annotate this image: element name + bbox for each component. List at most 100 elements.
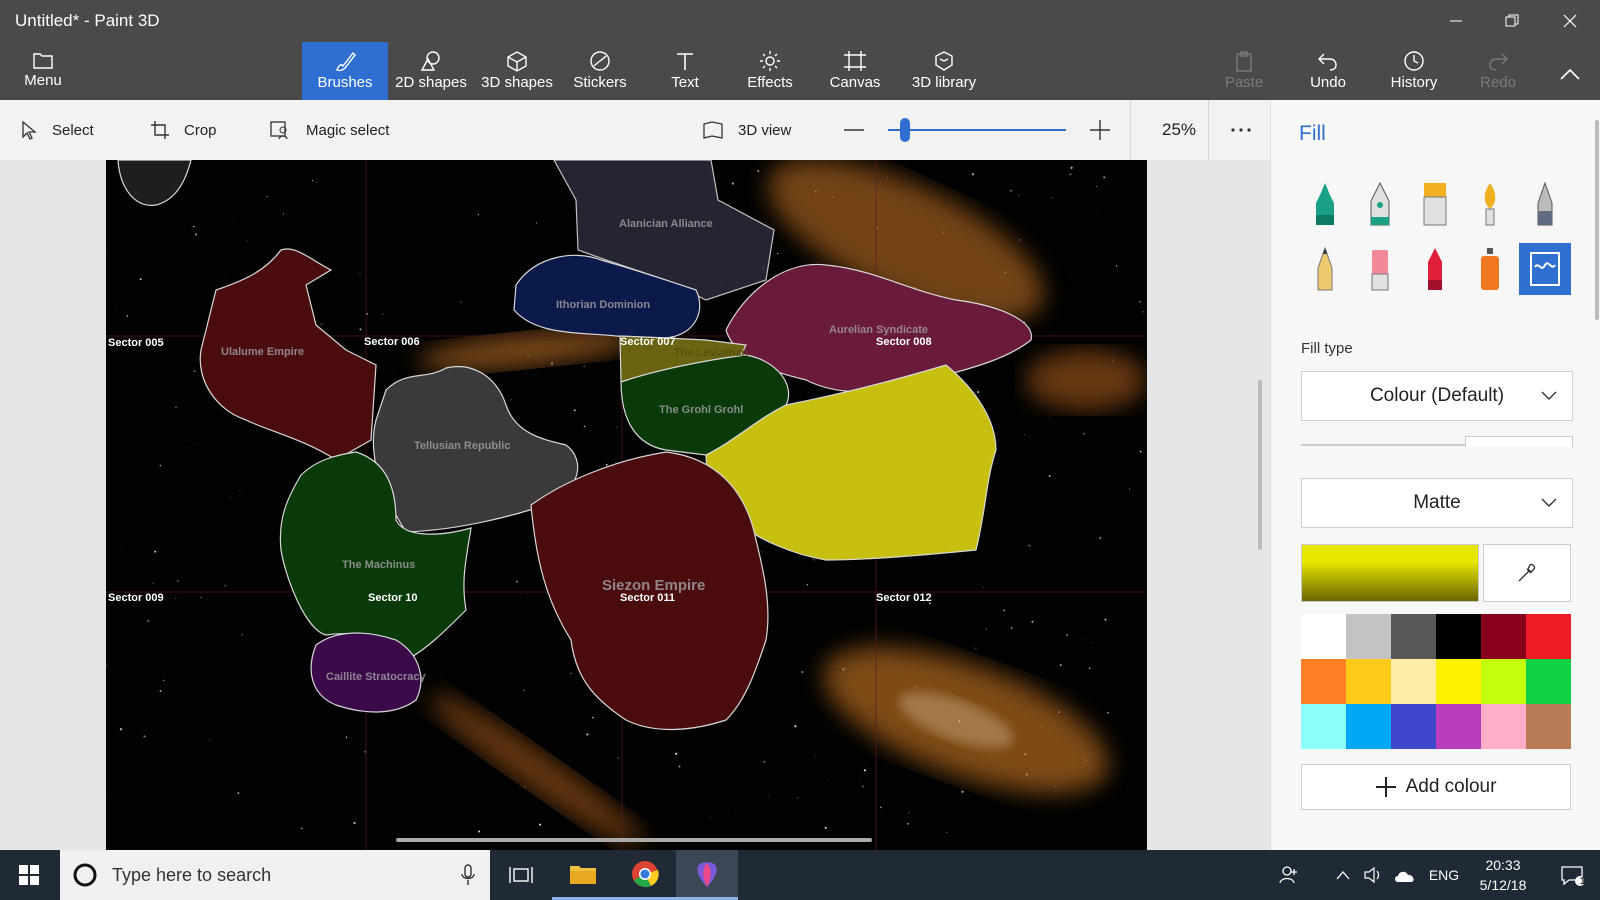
3d-view-toggle[interactable]: 3D view bbox=[702, 100, 791, 160]
menu-button[interactable]: Menu bbox=[14, 42, 72, 100]
pixel-pen-brush[interactable] bbox=[1521, 180, 1569, 228]
zoom-slider[interactable] bbox=[888, 100, 1066, 160]
star bbox=[1018, 239, 1020, 241]
start-button[interactable] bbox=[0, 850, 58, 900]
palette-swatch[interactable] bbox=[1481, 704, 1526, 749]
more-options-button[interactable] bbox=[1230, 100, 1266, 160]
sector-label: Sector 008 bbox=[876, 336, 932, 348]
crop-button[interactable]: Crop bbox=[150, 100, 217, 160]
star bbox=[266, 195, 268, 198]
action-center-button[interactable]: 1 bbox=[1544, 850, 1600, 900]
volume-button[interactable] bbox=[1358, 850, 1388, 900]
pixel-pen-icon bbox=[1537, 181, 1553, 226]
current-colour-swatch[interactable] bbox=[1301, 544, 1479, 602]
undo-button[interactable]: Undo bbox=[1300, 42, 1356, 100]
show-hidden-icons-button[interactable] bbox=[1328, 850, 1358, 900]
redo-button[interactable]: Redo bbox=[1470, 42, 1526, 100]
oil-brush[interactable] bbox=[1411, 180, 1459, 228]
zoom-out-button[interactable] bbox=[844, 100, 878, 160]
star bbox=[678, 765, 681, 768]
zoom-in-button[interactable] bbox=[1090, 100, 1124, 160]
star bbox=[946, 831, 948, 833]
paint-3d-button[interactable] bbox=[676, 850, 738, 900]
star bbox=[510, 399, 512, 401]
tool-text[interactable]: Text bbox=[656, 42, 714, 100]
menu-label: Menu bbox=[24, 72, 62, 89]
palette-swatch[interactable] bbox=[1526, 614, 1571, 659]
fill-type-label: Fill type bbox=[1301, 340, 1353, 357]
palette-swatch[interactable] bbox=[1391, 659, 1436, 704]
star bbox=[228, 497, 230, 498]
sector-label: Sector 007 bbox=[620, 336, 676, 348]
magic-select-label: Magic select bbox=[306, 121, 390, 139]
tool-canvas[interactable]: Canvas bbox=[824, 42, 886, 100]
opacity-input[interactable] bbox=[1465, 436, 1573, 447]
palette-swatch[interactable] bbox=[1301, 614, 1346, 659]
palette-swatch[interactable] bbox=[1301, 659, 1346, 704]
eyedropper-button[interactable] bbox=[1483, 544, 1571, 602]
tool-effects[interactable]: Effects bbox=[734, 42, 806, 100]
palette-swatch[interactable] bbox=[1436, 614, 1481, 659]
palette-swatch[interactable] bbox=[1346, 704, 1391, 749]
palette-swatch[interactable] bbox=[1526, 704, 1571, 749]
file-explorer-button[interactable] bbox=[552, 850, 614, 900]
clock[interactable]: 20:33 5/12/18 bbox=[1466, 850, 1540, 900]
fill-bucket-brush[interactable] bbox=[1519, 243, 1571, 295]
star bbox=[1048, 474, 1051, 477]
collapse-ribbon-button[interactable] bbox=[1546, 42, 1594, 100]
calligraphy-pen-brush[interactable] bbox=[1356, 180, 1404, 228]
paste-button[interactable]: Paste bbox=[1216, 42, 1272, 100]
watercolor-brush[interactable] bbox=[1466, 180, 1514, 228]
palette-swatch[interactable] bbox=[1346, 659, 1391, 704]
task-view-button[interactable] bbox=[490, 850, 552, 900]
spray-can-brush[interactable] bbox=[1466, 245, 1514, 293]
star bbox=[526, 593, 528, 594]
restore-button[interactable] bbox=[1484, 0, 1540, 42]
clipboard-icon bbox=[1236, 51, 1252, 72]
marker-brush[interactable] bbox=[1301, 180, 1349, 228]
drawing-canvas[interactable]: Sector 005 Sector 006 Sector 007 Sector … bbox=[106, 160, 1147, 850]
search-box[interactable]: Type here to search bbox=[60, 850, 490, 900]
palette-swatch[interactable] bbox=[1526, 659, 1571, 704]
zoom-percent[interactable]: 25% bbox=[1162, 100, 1196, 160]
canvas-vertical-scrollbar[interactable] bbox=[1258, 380, 1262, 550]
finish-dropdown[interactable]: Matte bbox=[1301, 478, 1573, 528]
tool-3d-library[interactable]: 3D library bbox=[902, 42, 986, 100]
star bbox=[209, 739, 211, 741]
tool-3d-shapes[interactable]: 3D shapes bbox=[476, 42, 558, 100]
horizontal-scrollbar[interactable] bbox=[396, 838, 872, 842]
magic-select-button[interactable]: Magic select bbox=[270, 100, 389, 160]
palette-swatch[interactable] bbox=[1346, 614, 1391, 659]
star bbox=[359, 328, 362, 331]
history-button[interactable]: History bbox=[1384, 42, 1444, 100]
fill-type-dropdown[interactable]: Colour (Default) bbox=[1301, 371, 1573, 421]
star bbox=[1083, 432, 1086, 435]
crayon-brush[interactable] bbox=[1411, 245, 1459, 293]
star bbox=[237, 792, 240, 795]
select-button[interactable]: Select bbox=[20, 100, 94, 160]
chrome-button[interactable] bbox=[614, 850, 676, 900]
panel-title: Fill bbox=[1299, 122, 1326, 145]
tool-stickers[interactable]: Stickers bbox=[562, 42, 638, 100]
tool-brushes[interactable]: Brushes bbox=[302, 42, 388, 100]
zoom-slider-thumb[interactable] bbox=[900, 118, 910, 142]
star bbox=[1107, 711, 1109, 714]
input-language[interactable]: ENG bbox=[1424, 850, 1464, 900]
eraser-brush[interactable] bbox=[1356, 245, 1404, 293]
minimize-button[interactable] bbox=[1428, 0, 1484, 42]
palette-swatch[interactable] bbox=[1436, 659, 1481, 704]
tool-2d-shapes[interactable]: 2D shapes bbox=[390, 42, 472, 100]
speaker-icon bbox=[1364, 866, 1380, 884]
palette-swatch[interactable] bbox=[1391, 614, 1436, 659]
add-colour-button[interactable]: Add colour bbox=[1301, 764, 1571, 810]
close-button[interactable] bbox=[1542, 0, 1598, 42]
palette-swatch[interactable] bbox=[1301, 704, 1346, 749]
palette-swatch[interactable] bbox=[1436, 704, 1481, 749]
palette-swatch[interactable] bbox=[1481, 659, 1526, 704]
onedrive-button[interactable] bbox=[1388, 850, 1422, 900]
palette-swatch[interactable] bbox=[1481, 614, 1526, 659]
people-button[interactable] bbox=[1268, 850, 1308, 900]
panel-scrollbar[interactable] bbox=[1595, 120, 1599, 320]
palette-swatch[interactable] bbox=[1391, 704, 1436, 749]
pencil-brush[interactable] bbox=[1301, 245, 1349, 293]
